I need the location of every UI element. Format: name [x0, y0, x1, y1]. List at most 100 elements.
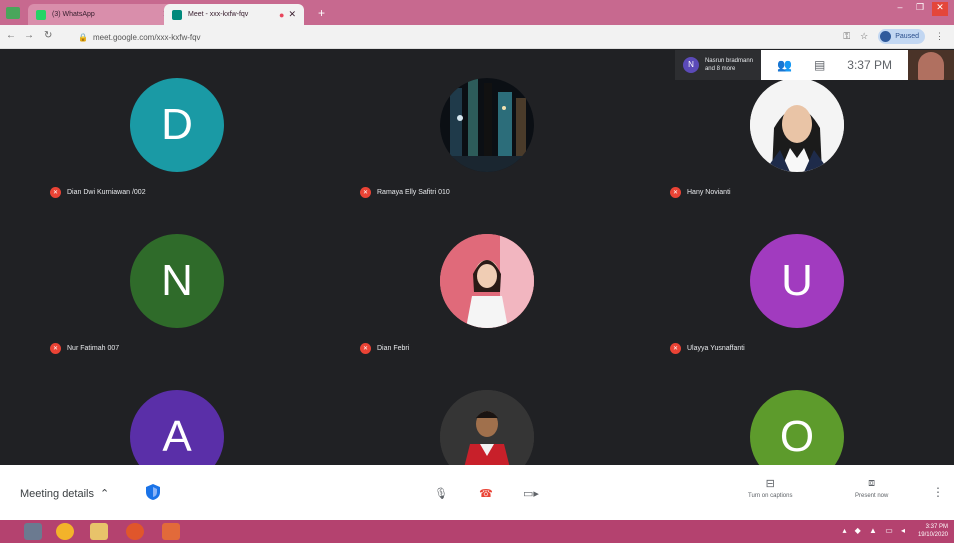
participant-tile[interactable]: ✕ Dian Febri	[332, 206, 642, 362]
app-icon	[6, 7, 20, 19]
meeting-details-button[interactable]: Meeting details ⌃	[20, 487, 110, 501]
chrome-icon[interactable]	[56, 523, 74, 540]
whatsapp-icon	[36, 9, 46, 20]
hijab-photo	[750, 78, 844, 172]
captions-icon: ⊟	[765, 478, 775, 490]
profile-label: Paused	[895, 33, 919, 40]
boy-photo	[440, 390, 534, 465]
powerpoint-icon[interactable]	[162, 523, 180, 540]
mic-off-icon: ✕	[670, 343, 681, 354]
avatar: D	[130, 78, 224, 172]
taskbar-time: 3:37 PM	[925, 524, 948, 530]
chat-icon[interactable]: ▤	[814, 58, 825, 72]
notice-line-2: and 8 more	[704, 66, 736, 72]
menu-icon[interactable]: ⋮	[935, 31, 944, 42]
notice-line-1: Nasrun bradmann	[704, 58, 753, 64]
hang-up-icon: ☎	[479, 487, 493, 500]
avatar: N	[682, 57, 699, 73]
present-label: Present now	[855, 493, 889, 499]
leave-call-button[interactable]: ☎	[473, 480, 499, 506]
participant-name: Nur Fatimah 007	[67, 345, 120, 352]
city-photo	[440, 78, 534, 172]
avatar: U	[750, 234, 844, 328]
participant-name: Ramaya Elly Safitri 010	[377, 189, 450, 196]
top-right-strip: N Nasrun bradmann and 8 more 👥 ▤ 3:37 PM	[674, 50, 954, 80]
participant-tile[interactable]: U ✕ Ulayya Yusnaffanti	[642, 206, 952, 362]
participant-name: Dian Febri	[377, 345, 410, 352]
close-window-button[interactable]: ✕	[932, 2, 948, 16]
star-icon[interactable]: ☆	[860, 31, 868, 42]
present-button[interactable]: ⧈ Present now	[855, 477, 888, 499]
shield-icon[interactable]	[144, 482, 162, 502]
tab-meet[interactable]: Meet - xxx-kxfw-fqv ● ✕	[164, 4, 304, 25]
participant-tile[interactable]	[332, 362, 642, 465]
url-field[interactable]: 🔒 meet.google.com/xxx-kxfw-fqv	[78, 29, 778, 45]
mic-off-icon: ✕	[670, 187, 681, 198]
system-tray[interactable]: ▴ ◆ ▲ ▭ ◂	[842, 526, 908, 535]
meeting-control-bar: Meeting details ⌃ 🎙 ☎ ▭▸ ⊟ Turn on capti…	[0, 465, 954, 520]
mic-off-icon: ✕	[50, 343, 61, 354]
meeting-top-controls: 👥 ▤ 3:37 PM	[761, 50, 908, 80]
meeting-clock: 3:37 PM	[847, 58, 892, 72]
url-text: meet.google.com/xxx-kxfw-fqv	[92, 32, 201, 42]
girl-photo	[440, 234, 534, 328]
participant-name: Dian Dwi Kurniawan /002	[67, 189, 146, 196]
window-controls: – ❐ ✕	[892, 2, 948, 16]
mic-off-icon: ✕	[360, 343, 371, 354]
participant-tile[interactable]: N ✕ Nur Fatimah 007	[22, 206, 332, 362]
new-tab-button[interactable]: +	[318, 6, 325, 20]
reload-button[interactable]: ↻	[44, 30, 52, 41]
captions-button[interactable]: ⊟ Turn on captions	[748, 477, 792, 499]
browser-tab-bar: (3) WhatsApp ✕ Meet - xxx-kxfw-fqv ● ✕ +…	[0, 0, 954, 25]
self-view[interactable]	[908, 50, 954, 80]
tab-whatsapp[interactable]: (3) WhatsApp ✕	[28, 4, 178, 25]
toolbar-right: ⚿ ☆ Paused ⋮	[843, 29, 944, 44]
avatar	[440, 234, 534, 328]
participant-name: Ulayya Yusnaffanti	[687, 345, 745, 352]
avatar	[750, 78, 844, 172]
avatar	[880, 31, 892, 42]
people-icon[interactable]: 👥	[777, 58, 792, 72]
meeting-details-label: Meeting details	[20, 487, 94, 500]
participant-tile[interactable]: D ✕ Dian Dwi Kurniawan /002	[22, 50, 332, 206]
avatar: A	[130, 390, 224, 465]
meeting-stage: D ✕ Dian Dwi Kurniawan /002 ✕ Ramaya Elly …	[0, 50, 954, 465]
start-icon[interactable]	[24, 523, 42, 540]
taskbar-clock[interactable]: 3:37 PM 19/10/2020	[918, 523, 948, 539]
firefox-icon[interactable]	[126, 523, 144, 540]
camera-button[interactable]: ▭▸	[518, 480, 544, 506]
profile-button[interactable]: Paused	[878, 29, 925, 44]
maximize-button[interactable]: ❐	[912, 2, 928, 16]
present-icon: ⧈	[868, 477, 876, 489]
recording-dot-icon: ●	[279, 9, 285, 20]
mic-icon: 🎙	[434, 487, 448, 500]
participants-notice[interactable]: N Nasrun bradmann and 8 more	[674, 50, 761, 80]
participant-name: Hany Novianti	[687, 189, 731, 196]
more-options-icon[interactable]: ⋮	[932, 485, 944, 499]
address-bar-row: ← → ↻ 🔒 meet.google.com/xxx-kxfw-fqv ⚿ ☆…	[0, 25, 954, 49]
tab-title: (3) WhatsApp	[52, 11, 95, 18]
back-button[interactable]: ←	[6, 30, 16, 41]
folder-icon[interactable]	[90, 523, 108, 540]
mic-off-icon: ✕	[50, 187, 61, 198]
taskbar: ▴ ◆ ▲ ▭ ◂ 3:37 PM 19/10/2020	[0, 520, 954, 543]
mic-off-icon: ✕	[360, 187, 371, 198]
avatar: O	[750, 390, 844, 465]
participant-tile[interactable]: A	[22, 362, 332, 465]
chevron-up-icon: ⌃	[100, 488, 110, 500]
avatar: N	[130, 234, 224, 328]
lock-icon: 🔒	[78, 32, 88, 42]
camera-icon: ▭▸	[523, 487, 539, 500]
forward-button[interactable]: →	[24, 30, 34, 41]
taskbar-date: 19/10/2020	[917, 532, 948, 538]
avatar	[440, 78, 534, 172]
meet-icon	[172, 9, 182, 20]
participant-tile[interactable]: ✕ Ramaya Elly Safitri 010	[332, 50, 642, 206]
tab-title: Meet - xxx-kxfw-fqv	[188, 11, 249, 18]
key-icon[interactable]: ⚿	[843, 31, 850, 42]
participant-tile[interactable]: O	[642, 362, 952, 465]
minimize-button[interactable]: –	[892, 2, 908, 16]
close-icon[interactable]: ✕	[288, 9, 296, 20]
captions-label: Turn on captions	[748, 493, 793, 499]
microphone-button[interactable]: 🎙	[428, 480, 454, 506]
